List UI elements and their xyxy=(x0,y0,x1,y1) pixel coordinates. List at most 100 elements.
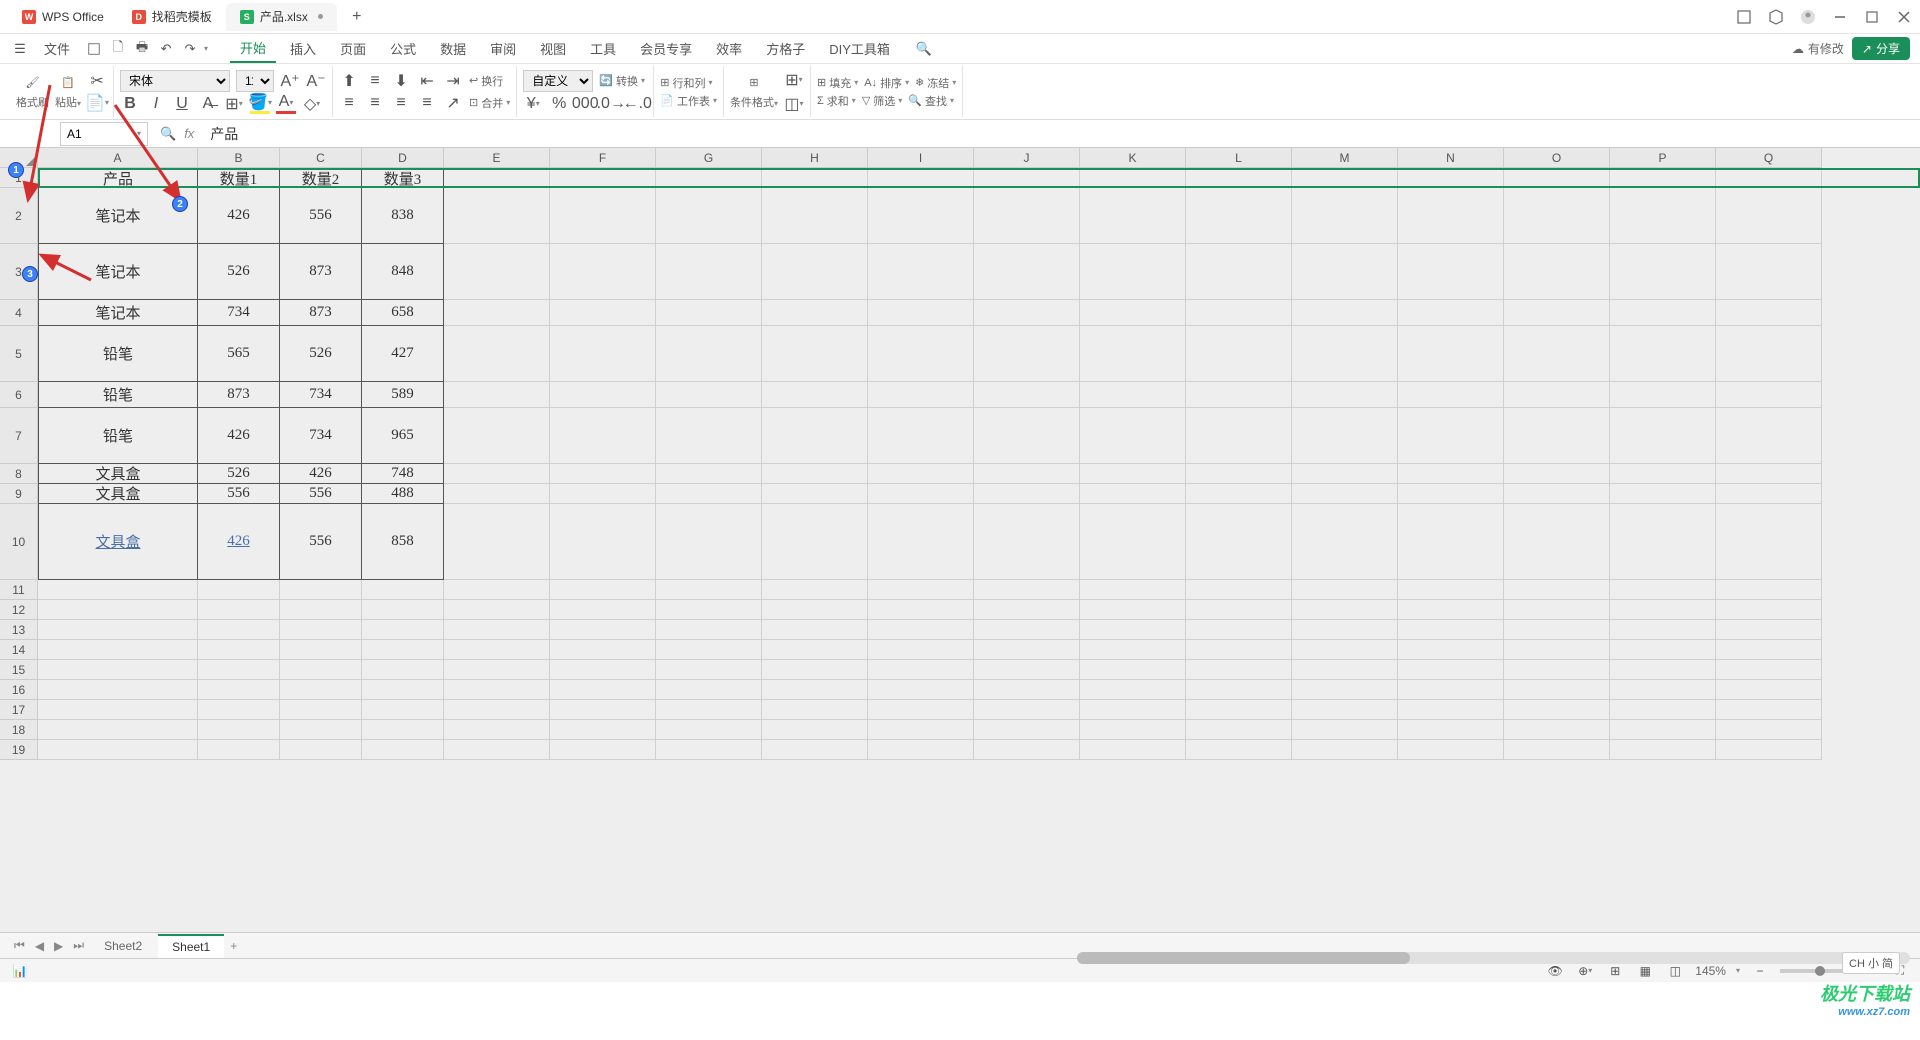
cell[interactable] xyxy=(1292,326,1398,382)
has-changes-link[interactable]: ☁ 有修改 xyxy=(1792,40,1844,57)
cell[interactable] xyxy=(1080,720,1186,740)
cell[interactable] xyxy=(38,700,198,720)
cell[interactable] xyxy=(1398,620,1504,640)
column-header[interactable]: J xyxy=(974,148,1080,168)
cell[interactable]: 858 xyxy=(362,504,444,580)
cell[interactable] xyxy=(1398,580,1504,600)
cell[interactable] xyxy=(762,188,868,244)
save-icon[interactable] xyxy=(84,39,104,59)
cell[interactable]: 426 xyxy=(198,408,280,464)
cell[interactable] xyxy=(656,168,762,188)
cell[interactable] xyxy=(1186,680,1292,700)
cell[interactable] xyxy=(868,408,974,464)
column-header[interactable]: P xyxy=(1610,148,1716,168)
cell[interactable] xyxy=(280,700,362,720)
cell[interactable] xyxy=(198,620,280,640)
cell[interactable] xyxy=(1398,408,1504,464)
cell[interactable]: 文具盒 xyxy=(38,484,198,504)
cell[interactable] xyxy=(444,300,550,326)
border-icon[interactable]: ⊞▾ xyxy=(224,94,244,114)
cell[interactable] xyxy=(198,640,280,660)
cell[interactable] xyxy=(1398,326,1504,382)
cell[interactable] xyxy=(762,600,868,620)
user-avatar-icon[interactable] xyxy=(1800,9,1816,25)
row-header[interactable]: 14 xyxy=(0,640,38,660)
cell[interactable] xyxy=(1186,600,1292,620)
cell[interactable] xyxy=(1292,600,1398,620)
cell[interactable] xyxy=(362,580,444,600)
cell[interactable] xyxy=(444,326,550,382)
cell[interactable] xyxy=(550,504,656,580)
cell[interactable] xyxy=(868,700,974,720)
cell[interactable] xyxy=(1080,640,1186,660)
align-justify-icon[interactable]: ≡ xyxy=(417,93,437,113)
cell[interactable] xyxy=(444,700,550,720)
copy-icon[interactable]: 📄▾ xyxy=(87,93,107,113)
cell[interactable] xyxy=(1610,680,1716,700)
clear-format-icon[interactable]: ◇▾ xyxy=(302,94,322,114)
cell[interactable] xyxy=(198,660,280,680)
cell[interactable]: 873 xyxy=(280,300,362,326)
search-icon[interactable]: 🔍 xyxy=(914,39,934,59)
cell[interactable] xyxy=(1610,740,1716,760)
cell[interactable] xyxy=(198,680,280,700)
cell[interactable] xyxy=(1610,326,1716,382)
cell[interactable] xyxy=(974,600,1080,620)
cell[interactable] xyxy=(1292,504,1398,580)
cell[interactable] xyxy=(868,740,974,760)
row-header[interactable]: 6 xyxy=(0,382,38,408)
cell[interactable] xyxy=(198,740,280,760)
tab-prev-icon[interactable]: ◀ xyxy=(31,939,48,953)
cell[interactable] xyxy=(1610,700,1716,720)
cell[interactable]: 数量2 xyxy=(280,168,362,188)
cell-style-icon[interactable]: ◫▾ xyxy=(784,94,804,114)
cell[interactable] xyxy=(362,720,444,740)
cell[interactable] xyxy=(1398,720,1504,740)
tab-templates[interactable]: D 找稻壳模板 xyxy=(118,3,226,31)
cell[interactable] xyxy=(1398,640,1504,660)
cell[interactable] xyxy=(444,244,550,300)
cell[interactable] xyxy=(1716,720,1822,740)
column-header[interactable]: Q xyxy=(1716,148,1822,168)
cell[interactable] xyxy=(550,700,656,720)
cell[interactable]: 数量1 xyxy=(198,168,280,188)
cell[interactable] xyxy=(1186,382,1292,408)
align-middle-icon[interactable]: ≡ xyxy=(365,71,385,91)
cell[interactable] xyxy=(1716,580,1822,600)
cell[interactable] xyxy=(38,720,198,740)
cell[interactable] xyxy=(656,300,762,326)
cell[interactable] xyxy=(1716,168,1822,188)
cell[interactable] xyxy=(1080,680,1186,700)
cell[interactable] xyxy=(1504,408,1610,464)
cell[interactable] xyxy=(444,408,550,464)
cell[interactable]: 556 xyxy=(280,484,362,504)
menu-efficiency[interactable]: 效率 xyxy=(706,35,752,62)
column-header[interactable]: I xyxy=(868,148,974,168)
cell[interactable] xyxy=(1080,600,1186,620)
cell[interactable] xyxy=(1292,168,1398,188)
cell[interactable] xyxy=(1080,188,1186,244)
cell[interactable] xyxy=(762,300,868,326)
cell[interactable] xyxy=(1398,700,1504,720)
cell[interactable] xyxy=(1716,700,1822,720)
tab-last-icon[interactable]: ⏭ xyxy=(69,938,88,953)
find-button[interactable]: 🔍查找▾ xyxy=(908,93,954,109)
menu-tools[interactable]: 工具 xyxy=(580,35,626,62)
cell[interactable]: 426 xyxy=(198,188,280,244)
cell[interactable] xyxy=(974,504,1080,580)
cell[interactable]: 873 xyxy=(280,244,362,300)
wrap-button[interactable]: ↩换行 xyxy=(469,73,503,89)
cell[interactable] xyxy=(868,326,974,382)
cell[interactable] xyxy=(1080,700,1186,720)
cell[interactable] xyxy=(762,720,868,740)
cell[interactable] xyxy=(974,700,1080,720)
cell[interactable] xyxy=(1292,408,1398,464)
cell[interactable] xyxy=(1080,504,1186,580)
redo-icon[interactable]: ↷ xyxy=(180,39,200,59)
column-header[interactable]: B xyxy=(198,148,280,168)
sum-button[interactable]: Σ求和▾ xyxy=(817,93,856,109)
cell[interactable]: 426 xyxy=(198,504,280,580)
undo-icon[interactable]: ↶ xyxy=(156,39,176,59)
cell[interactable] xyxy=(762,484,868,504)
cell[interactable] xyxy=(198,720,280,740)
